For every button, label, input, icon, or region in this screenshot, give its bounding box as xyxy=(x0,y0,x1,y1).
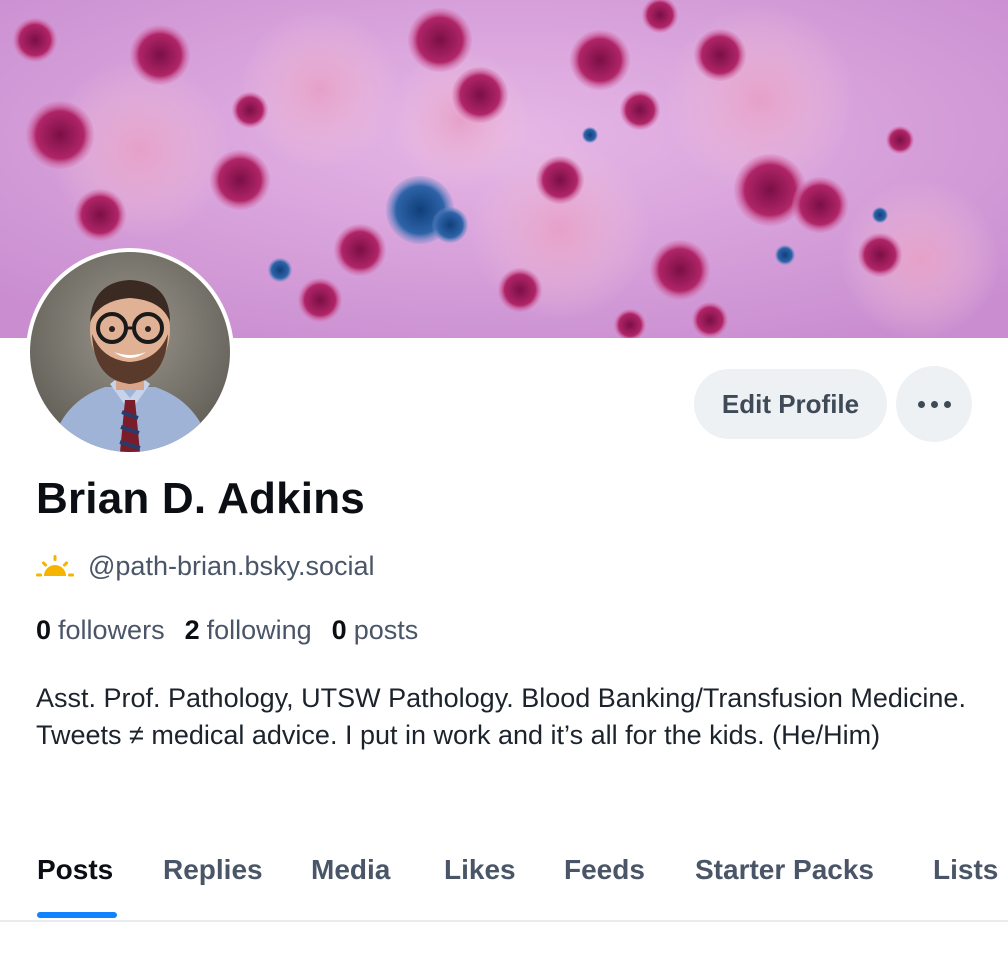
tab-media[interactable]: Media xyxy=(311,854,390,886)
avatar-photo xyxy=(30,252,230,452)
more-dots-icon xyxy=(917,400,925,408)
profile-handle: @path-brian.bsky.social xyxy=(88,550,375,581)
tab-likes[interactable]: Likes xyxy=(444,854,516,886)
posts-stat: 0 posts xyxy=(332,615,419,646)
more-dots-icon xyxy=(943,400,951,408)
profile-stats: 0 followers 2 following 0 posts xyxy=(36,615,418,646)
profile-avatar[interactable] xyxy=(26,248,234,456)
profile-page: Edit Profile Brian D. Adkins @path-brian… xyxy=(0,0,1008,963)
profile-bio: Asst. Prof. Pathology, UTSW Pathology. B… xyxy=(36,683,966,750)
followers-link[interactable]: 0 followers xyxy=(36,615,165,646)
tab-starter-packs[interactable]: Starter Packs xyxy=(695,854,874,886)
profile-display-name: Brian D. Adkins xyxy=(36,474,365,523)
sunrise-icon[interactable] xyxy=(36,552,74,580)
active-tab-indicator xyxy=(37,912,117,918)
more-options-button[interactable] xyxy=(896,366,972,442)
followers-label: followers xyxy=(58,615,165,645)
followers-count: 0 xyxy=(36,615,52,645)
tab-lists[interactable]: Lists xyxy=(933,854,998,886)
following-link[interactable]: 2 following xyxy=(185,615,312,646)
posts-label: posts xyxy=(353,615,419,645)
tab-replies[interactable]: Replies xyxy=(163,854,263,886)
more-dots-icon xyxy=(930,400,938,408)
profile-handle-row: @path-brian.bsky.social xyxy=(36,548,375,584)
tab-posts[interactable]: Posts xyxy=(37,854,113,886)
posts-count: 0 xyxy=(331,615,347,645)
following-count: 2 xyxy=(184,615,200,645)
following-label: following xyxy=(206,615,312,645)
tab-feeds[interactable]: Feeds xyxy=(564,854,645,886)
profile-tab-bar: Posts Replies Media Likes Feeds Starter … xyxy=(0,846,1008,922)
edit-profile-button[interactable]: Edit Profile xyxy=(694,369,887,439)
